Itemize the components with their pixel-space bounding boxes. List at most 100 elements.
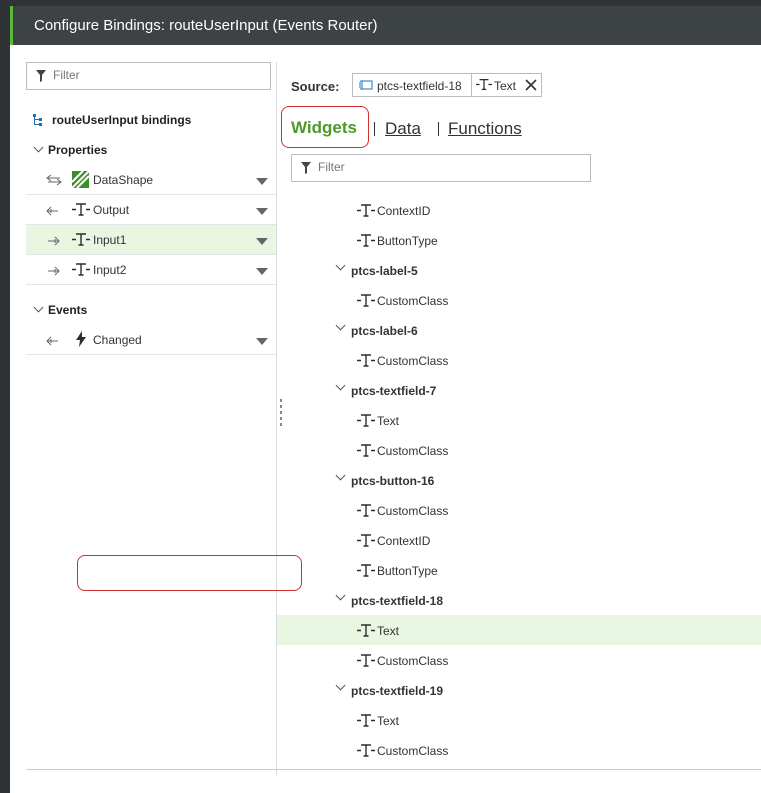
chevron-down-icon[interactable] bbox=[335, 380, 346, 391]
event-row-changed[interactable]: Changed bbox=[26, 325, 276, 355]
source-label: Source: bbox=[291, 79, 340, 94]
widget-property-label: ContextID bbox=[377, 534, 431, 548]
source-widget-name: ptcs-textfield-18 bbox=[377, 79, 462, 93]
widget-property-label: Text bbox=[377, 714, 400, 728]
widget-property-label: Text bbox=[377, 624, 400, 638]
widget-group-label: ptcs-textfield-7 bbox=[351, 384, 437, 398]
source-selection-chip: ptcs-textfield-18 Text bbox=[352, 73, 542, 97]
widget-property-row[interactable]: ButtonType bbox=[277, 225, 761, 255]
widget-property-label: ButtonType bbox=[377, 234, 438, 248]
events-heading: Events bbox=[48, 303, 88, 317]
dialog-title: Configure Bindings: routeUserInput (Even… bbox=[34, 17, 378, 34]
property-row-input1[interactable]: Input1 bbox=[26, 225, 276, 255]
widget-property-row[interactable]: CustomClass bbox=[277, 435, 761, 465]
arrow-right-icon bbox=[48, 236, 60, 246]
widget-property-label: Text bbox=[377, 414, 400, 428]
widget-property-label: CustomClass bbox=[377, 504, 449, 518]
widget-group-row[interactable]: ptcs-label-5 bbox=[277, 255, 761, 285]
widget-property-row[interactable]: CustomClass bbox=[277, 735, 761, 765]
text-type-icon bbox=[357, 414, 375, 427]
properties-section-header[interactable]: Properties bbox=[26, 142, 266, 159]
text-type-icon bbox=[357, 564, 375, 577]
bindings-panel: routeUserInput bindings Properties DataS… bbox=[26, 62, 277, 775]
widgets-filter-input[interactable] bbox=[316, 159, 520, 175]
background-sidebar bbox=[0, 0, 10, 793]
dropdown-caret-icon[interactable] bbox=[256, 268, 268, 275]
dropdown-caret-icon[interactable] bbox=[256, 238, 268, 245]
widget-property-row[interactable]: CustomClass bbox=[277, 495, 761, 525]
text-type-icon bbox=[357, 354, 375, 367]
widget-property-row[interactable]: ButtonType bbox=[277, 555, 761, 585]
widget-group-row[interactable]: ptcs-textfield-7 bbox=[277, 375, 761, 405]
chevron-down-icon[interactable] bbox=[335, 680, 346, 691]
widget-property-row[interactable]: Text bbox=[277, 405, 761, 435]
text-type-icon bbox=[357, 504, 375, 517]
dialog-divider bbox=[26, 769, 761, 770]
text-type-icon bbox=[357, 444, 375, 457]
widget-property-row[interactable]: Text bbox=[277, 615, 761, 645]
widget-group-label: ptcs-button-16 bbox=[351, 474, 435, 488]
text-type-icon bbox=[357, 204, 375, 217]
text-type-icon bbox=[72, 233, 90, 246]
bidirectional-arrow-icon bbox=[46, 174, 62, 186]
widget-property-row[interactable]: CustomClass bbox=[277, 345, 761, 375]
events-section-header[interactable]: Events bbox=[26, 302, 266, 319]
tab-functions[interactable]: Functions bbox=[448, 119, 522, 139]
property-row-output[interactable]: Output bbox=[26, 195, 276, 225]
dropdown-caret-icon[interactable] bbox=[256, 178, 268, 185]
widget-property-row[interactable]: ContextID bbox=[277, 525, 761, 555]
widget-group-row[interactable]: ptcs-textfield-19 bbox=[277, 675, 761, 705]
widget-tree: ContextID ButtonType ptcs-label-5 CustomCla… bbox=[277, 195, 761, 765]
property-row-datashape[interactable]: DataShape bbox=[26, 165, 276, 195]
selected-row-highlight bbox=[77, 555, 302, 591]
widget-property-row[interactable]: Text bbox=[277, 705, 761, 735]
bindings-filter-input[interactable] bbox=[51, 67, 255, 83]
widget-property-label: CustomClass bbox=[377, 444, 449, 458]
chevron-down-icon[interactable] bbox=[335, 320, 346, 331]
widget-group-row[interactable]: ptcs-button-16 bbox=[277, 465, 761, 495]
arrow-left-icon bbox=[46, 206, 58, 216]
chevron-down-icon[interactable] bbox=[335, 470, 346, 481]
chevron-down-icon bbox=[33, 302, 44, 313]
property-label: Input2 bbox=[93, 263, 127, 277]
bindings-root-label: routeUserInput bindings bbox=[52, 113, 192, 127]
widget-group-label: ptcs-label-5 bbox=[351, 264, 418, 278]
text-type-icon bbox=[357, 534, 375, 547]
dropdown-caret-icon[interactable] bbox=[256, 208, 268, 215]
text-type-icon bbox=[72, 263, 90, 276]
widget-group-label: ptcs-textfield-19 bbox=[351, 684, 444, 698]
property-label: Input1 bbox=[93, 233, 127, 247]
text-type-icon bbox=[357, 744, 375, 757]
tab-data[interactable]: Data bbox=[385, 119, 421, 139]
bindings-tree-icon bbox=[33, 114, 42, 126]
datashape-icon bbox=[72, 171, 89, 188]
widget-group-row[interactable]: ptcs-textfield-18 bbox=[277, 585, 761, 615]
widget-property-label: CustomClass bbox=[377, 654, 449, 668]
widget-property-row[interactable]: CustomClass bbox=[277, 645, 761, 675]
widget-property-row[interactable]: CustomClass bbox=[277, 285, 761, 315]
chevron-down-icon[interactable] bbox=[335, 590, 346, 601]
dialog-titlebar: Configure Bindings: routeUserInput (Even… bbox=[10, 6, 761, 45]
text-type-icon bbox=[357, 234, 375, 247]
source-panel: Source: ptcs-textfield-18 Text Widgets D… bbox=[277, 62, 761, 775]
widget-property-row[interactable]: ContextID bbox=[277, 195, 761, 225]
text-type-icon bbox=[357, 624, 375, 637]
widget-group-label: ptcs-label-6 bbox=[351, 324, 418, 338]
dropdown-caret-icon[interactable] bbox=[256, 338, 268, 345]
widget-property-label: CustomClass bbox=[377, 294, 449, 308]
property-row-input2[interactable]: Input2 bbox=[26, 255, 276, 285]
widgets-filter[interactable] bbox=[291, 154, 591, 182]
widget-group-row[interactable]: ptcs-label-6 bbox=[277, 315, 761, 345]
bindings-filter[interactable] bbox=[26, 62, 271, 90]
tab-widgets[interactable]: Widgets bbox=[291, 118, 357, 138]
arrow-left-icon bbox=[46, 336, 58, 346]
text-type-icon bbox=[476, 78, 492, 91]
widget-property-label: CustomClass bbox=[377, 744, 449, 758]
text-type-icon bbox=[357, 294, 375, 307]
close-icon[interactable] bbox=[523, 77, 539, 93]
text-type-icon bbox=[72, 203, 90, 216]
widget-property-label: ContextID bbox=[377, 204, 431, 218]
filter-icon bbox=[36, 70, 46, 82]
chevron-down-icon[interactable] bbox=[335, 260, 346, 271]
event-label: Changed bbox=[93, 333, 142, 347]
